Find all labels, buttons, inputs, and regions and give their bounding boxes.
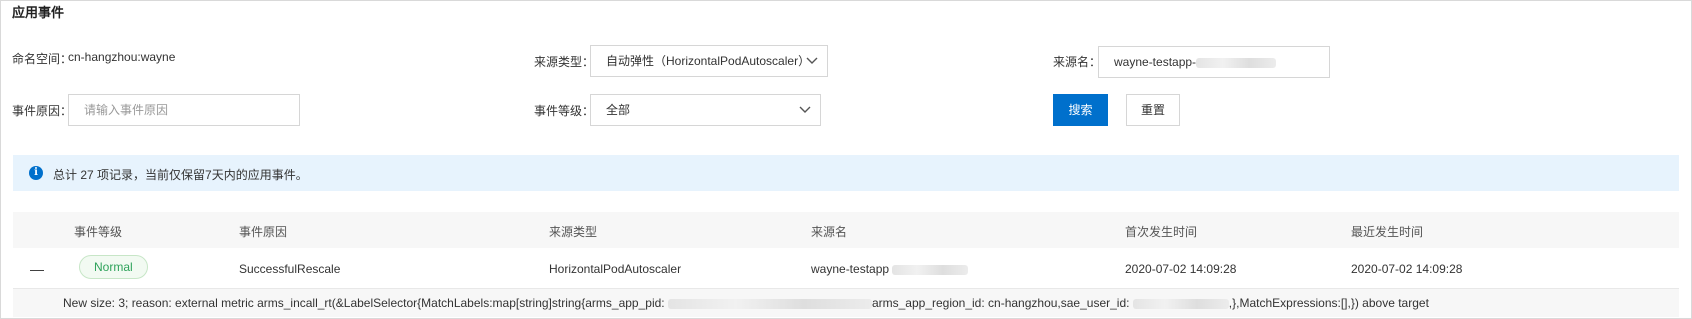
source-name-text: wayne-testapp: [811, 262, 890, 276]
last-time: 2020-07-02 14:09:28: [1351, 262, 1463, 276]
source-name-input[interactable]: wayne-testapp-: [1098, 46, 1330, 78]
source-type: HorizontalPodAutoscaler: [549, 262, 682, 276]
search-button[interactable]: 搜索: [1053, 94, 1108, 126]
table-row: — Normal SuccessfulRescale HorizontalPod…: [13, 248, 1679, 289]
column-header: 来源类型: [549, 225, 598, 239]
notice-text: 总计 27 项记录，当前仅保留7天内的应用事件。: [53, 168, 308, 182]
table-header: 事件等级 事件原因 来源类型 来源名 首次发生时间 最近发生时间: [13, 212, 1679, 248]
source-type-selected: 自动弹性（HorizontalPodAutoscaler）: [606, 54, 811, 68]
info-notice: i 总计 27 项记录，当前仅保留7天内的应用事件。: [13, 155, 1679, 191]
redacted-patch: [892, 264, 969, 275]
chevron-down-icon: [806, 46, 818, 76]
info-icon: i: [29, 166, 43, 180]
source-name-value: wayne-testapp-: [1114, 55, 1197, 69]
collapse-toggle[interactable]: —: [30, 261, 44, 277]
source-type-label: 来源类型：: [534, 55, 595, 69]
detail-part: New size: 3; reason: external metric arm…: [63, 296, 668, 310]
reason-label: 事件原因：: [12, 104, 73, 118]
status-badge: Normal: [79, 255, 148, 279]
column-header: 最近发生时间: [1351, 225, 1424, 239]
column-header: 事件等级: [74, 225, 123, 239]
reason-input[interactable]: 请输入事件原因: [68, 94, 300, 126]
detail-part: ,},MatchExpressions:[],}) above target: [1228, 296, 1429, 310]
redacted-patch: [667, 298, 872, 309]
detail-part: arms_app_region_id: cn-hangzhou,sae_user…: [871, 296, 1133, 310]
redacted-patch: [1132, 298, 1229, 309]
column-header: 首次发生时间: [1125, 225, 1198, 239]
reason-placeholder: 请输入事件原因: [84, 103, 169, 117]
level-selected: 全部: [606, 103, 631, 117]
page-title: 应用事件: [12, 5, 65, 20]
namespace-label: 命名空间：: [12, 52, 73, 66]
level-select[interactable]: 全部: [590, 94, 821, 126]
reset-button[interactable]: 重置: [1126, 94, 1180, 126]
source-name-label: 来源名：: [1053, 55, 1102, 69]
first-time: 2020-07-02 14:09:28: [1125, 262, 1237, 276]
event-detail-text: New size: 3; reason: external metric arm…: [63, 296, 1429, 310]
column-header: 事件原因: [239, 225, 288, 239]
source-name: wayne-testapp: [811, 262, 969, 276]
redacted-patch: [1196, 57, 1277, 68]
chevron-down-icon: [799, 95, 811, 125]
source-type-select[interactable]: 自动弹性（HorizontalPodAutoscaler）: [590, 45, 828, 77]
level-label: 事件等级：: [534, 104, 595, 118]
namespace-value: cn-hangzhou:wayne: [68, 50, 176, 64]
event-reason: SuccessfulRescale: [239, 262, 341, 276]
event-detail: New size: 3; reason: external metric arm…: [13, 289, 1679, 317]
column-header: 来源名: [811, 225, 848, 239]
